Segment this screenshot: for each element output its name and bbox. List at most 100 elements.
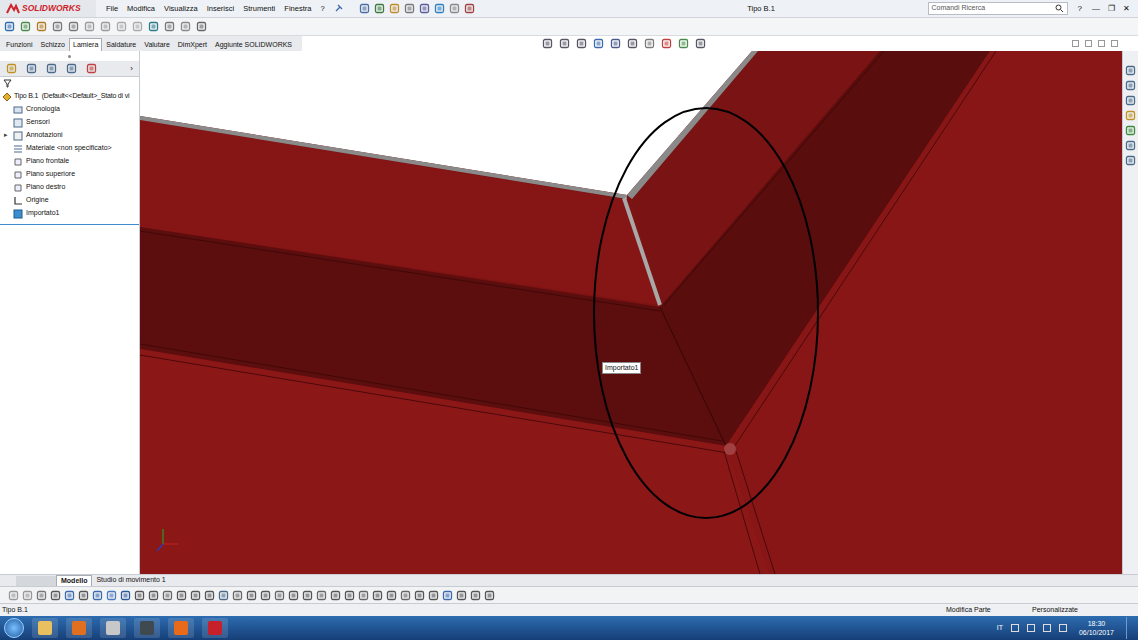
sketch-tool-icon[interactable] — [484, 590, 495, 601]
panel-more-icon[interactable]: › — [130, 63, 133, 75]
sketch-tool-icon[interactable] — [8, 590, 19, 601]
task-pane-icon[interactable] — [1125, 155, 1136, 166]
tree-item[interactable]: Piano frontale — [0, 155, 139, 168]
menu-item[interactable]: ? — [320, 3, 324, 14]
show-desktop[interactable] — [1126, 617, 1134, 639]
command-tab[interactable]: Saldature — [102, 38, 140, 51]
tray-icon[interactable] — [1027, 624, 1035, 632]
sketch-tool-icon[interactable] — [414, 590, 425, 601]
taskbar-app-icon[interactable] — [134, 618, 160, 638]
menu-item[interactable]: Finestra — [284, 3, 311, 14]
sketch-tool-icon[interactable] — [386, 590, 397, 601]
sketch-tool-icon[interactable] — [372, 590, 383, 601]
panel-tab-icon[interactable] — [66, 63, 77, 74]
taskbar-app-icon[interactable] — [32, 618, 58, 638]
tree-item[interactable]: Origine — [0, 194, 139, 207]
taskbar-app-icon[interactable] — [66, 618, 92, 638]
tree-item[interactable]: Cronologia — [0, 103, 139, 116]
toolbar-icon[interactable] — [374, 3, 385, 14]
menu-item[interactable]: Visualizza — [164, 3, 198, 14]
help-button[interactable]: ? — [1074, 3, 1086, 15]
sketch-tool-icon[interactable] — [22, 590, 33, 601]
filter-icon[interactable] — [3, 79, 12, 88]
sketch-tool-icon[interactable] — [442, 590, 453, 601]
sketch-tool-icon[interactable] — [456, 590, 467, 601]
sketch-tool-icon[interactable] — [400, 590, 411, 601]
command-icon[interactable] — [68, 21, 79, 32]
task-pane-icon[interactable] — [1125, 95, 1136, 106]
toolbar-icon[interactable] — [404, 3, 415, 14]
sketch-tool-icon[interactable] — [302, 590, 313, 601]
sketch-tool-icon[interactable] — [36, 590, 47, 601]
command-icon[interactable] — [4, 21, 15, 32]
view-icon[interactable] — [627, 38, 638, 49]
command-tab[interactable]: DimXpert — [174, 38, 211, 51]
command-icon[interactable] — [84, 21, 95, 32]
view-icon[interactable] — [644, 38, 655, 49]
toolbar-icon[interactable] — [359, 3, 370, 14]
bottom-tab[interactable]: Modello — [56, 575, 92, 586]
sketch-tool-icon[interactable] — [92, 590, 103, 601]
viewport-control-icon[interactable] — [1085, 40, 1092, 47]
window-control-button[interactable]: — — [1092, 3, 1100, 15]
view-icon[interactable] — [678, 38, 689, 49]
taskbar-app-icon[interactable] — [202, 618, 228, 638]
sketch-tool-icon[interactable] — [330, 590, 341, 601]
sketch-tool-icon[interactable] — [358, 590, 369, 601]
search-box[interactable]: Comandi Ricerca — [928, 2, 1068, 15]
tray-icon[interactable] — [1011, 624, 1019, 632]
sketch-tool-icon[interactable] — [176, 590, 187, 601]
sketch-tool-icon[interactable] — [50, 590, 61, 601]
command-icon[interactable] — [100, 21, 111, 32]
sketch-tool-icon[interactable] — [204, 590, 215, 601]
viewport-control-icon[interactable] — [1111, 40, 1118, 47]
menu-item[interactable]: Inserisci — [207, 3, 235, 14]
start-button[interactable] — [4, 618, 24, 638]
command-icon[interactable] — [52, 21, 63, 32]
sketch-tool-icon[interactable] — [218, 590, 229, 601]
command-tab[interactable]: Aggiunte SOLIDWORKS — [211, 38, 296, 51]
command-icon[interactable] — [132, 21, 143, 32]
model-view[interactable] — [140, 51, 1122, 574]
pin-icon[interactable] — [334, 4, 343, 13]
tree-item[interactable]: Piano destro — [0, 181, 139, 194]
sketch-tool-icon[interactable] — [232, 590, 243, 601]
command-tab[interactable]: Funzioni — [2, 38, 36, 51]
sketch-tool-icon[interactable] — [344, 590, 355, 601]
panel-tab-icon[interactable] — [6, 63, 17, 74]
toolbar-icon[interactable] — [419, 3, 430, 14]
command-icon[interactable] — [180, 21, 191, 32]
view-icon[interactable] — [559, 38, 570, 49]
sketch-tool-icon[interactable] — [78, 590, 89, 601]
sketch-tool-icon[interactable] — [120, 590, 131, 601]
sketch-tool-icon[interactable] — [106, 590, 117, 601]
tray-icon[interactable] — [1043, 624, 1051, 632]
sketch-tool-icon[interactable] — [316, 590, 327, 601]
sketch-tool-icon[interactable] — [274, 590, 285, 601]
tree-item[interactable]: Materiale <non specificato> — [0, 142, 139, 155]
menu-item[interactable]: File — [106, 3, 118, 14]
tree-item[interactable]: Sensori — [0, 116, 139, 129]
clock[interactable]: 18:3006/10/2017 — [1075, 619, 1118, 637]
tray-icon[interactable] — [1059, 624, 1067, 632]
command-tab[interactable]: Schizzo — [36, 38, 69, 51]
graphics-viewport[interactable]: Importato1 — [140, 51, 1122, 574]
window-control-button[interactable]: ❐ — [1108, 3, 1115, 15]
tree-item[interactable]: Importato1 — [0, 207, 139, 220]
command-icon[interactable] — [20, 21, 31, 32]
sketch-tool-icon[interactable] — [288, 590, 299, 601]
panel-tab-icon[interactable] — [86, 63, 97, 74]
window-control-button[interactable]: ✕ — [1123, 3, 1130, 15]
toolbar-icon[interactable] — [449, 3, 460, 14]
command-icon[interactable] — [164, 21, 175, 32]
command-tab[interactable]: Lamiera — [69, 38, 102, 51]
taskbar-app-icon[interactable] — [168, 618, 194, 638]
task-pane-icon[interactable] — [1125, 110, 1136, 121]
viewport-control-icon[interactable] — [1072, 40, 1079, 47]
bottom-tab[interactable]: Studio di movimento 1 — [92, 575, 169, 586]
panel-tab-icon[interactable] — [46, 63, 57, 74]
toolbar-icon[interactable] — [434, 3, 445, 14]
view-icon[interactable] — [593, 38, 604, 49]
task-pane-icon[interactable] — [1125, 80, 1136, 91]
view-icon[interactable] — [542, 38, 553, 49]
